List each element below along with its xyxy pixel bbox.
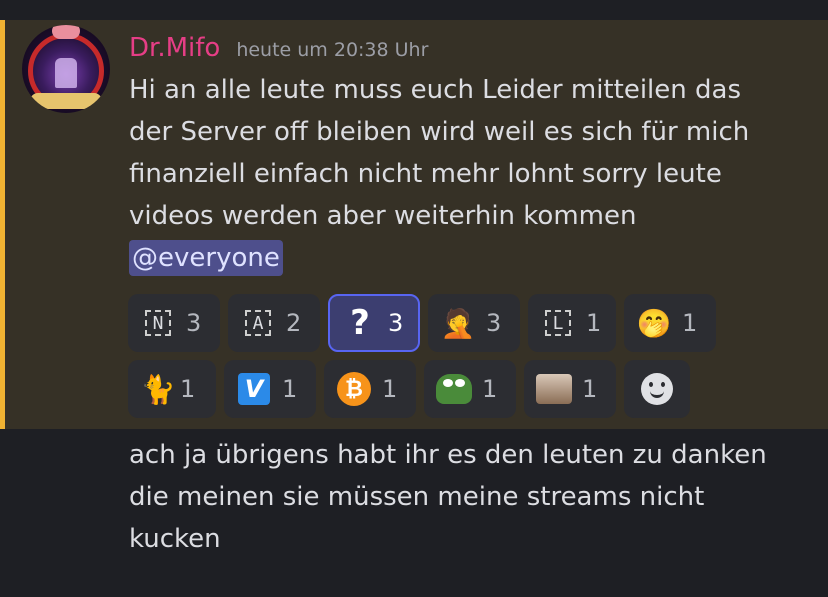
- reaction-count: 1: [282, 375, 298, 403]
- reaction-cat-photo[interactable]: 1: [524, 360, 616, 418]
- facepalm-icon: 🤦: [440, 306, 476, 340]
- timestamp[interactable]: heute um 20:38 Uhr: [236, 39, 428, 61]
- reaction-count: 1: [382, 375, 398, 403]
- reaction-count: 3: [388, 309, 404, 337]
- message-line: kucken: [129, 524, 221, 554]
- message-line: die meinen sie müssen meine streams nich…: [129, 482, 705, 512]
- reaction-face-with-hand-over-mouth[interactable]: 🤭 1: [624, 294, 716, 352]
- reaction-facepalm[interactable]: 🤦 3: [428, 294, 520, 352]
- reaction-count: 1: [586, 309, 602, 337]
- regional-indicator-n-icon: N: [140, 305, 176, 341]
- reaction-count: 2: [286, 309, 302, 337]
- everyone-mention[interactable]: @everyone: [129, 240, 283, 276]
- message-line: ach ja übrigens habt ihr es den leuten z…: [129, 440, 767, 470]
- add-reaction-smiley-icon: [641, 373, 673, 405]
- username[interactable]: Dr.Mifo: [129, 33, 220, 63]
- reaction-regional-indicator-l[interactable]: L 1: [528, 294, 616, 352]
- mention-message[interactable]: Dr.Mifo heute um 20:38 Uhr Hi an alle le…: [0, 20, 828, 429]
- regional-indicator-a-icon: A: [240, 305, 276, 341]
- cat-photo-icon: [536, 371, 572, 407]
- reaction-count: 3: [486, 309, 502, 337]
- reaction-count: 1: [582, 375, 598, 403]
- reaction-regional-indicator-n[interactable]: N 3: [128, 294, 220, 352]
- mention-highlight-bar: [0, 20, 5, 429]
- bitcoin-icon: ₿: [336, 371, 372, 407]
- reaction-count: 1: [482, 375, 498, 403]
- reaction-pepe[interactable]: 1: [424, 360, 516, 418]
- message-content: Hi an alle leute muss euch Leider mittei…: [129, 69, 809, 279]
- reaction-bitcoin[interactable]: ₿ 1: [324, 360, 416, 418]
- message-line: Hi an alle leute muss euch Leider mittei…: [129, 75, 741, 105]
- avatar-decoration-top: [52, 25, 80, 39]
- venmo-icon: V: [236, 371, 272, 407]
- face-with-hand-over-mouth-icon: 🤭: [636, 306, 672, 340]
- question-mark-icon: ?: [350, 303, 370, 343]
- add-reaction-button[interactable]: [624, 360, 690, 418]
- message-line: der Server off bleiben wird weil es sich…: [129, 117, 750, 147]
- reaction-question-mark[interactable]: ? 3: [328, 294, 420, 352]
- followup-message[interactable]: ach ja übrigens habt ihr es den leuten z…: [129, 434, 809, 560]
- top-bar: [0, 0, 828, 20]
- pepe-frog-icon: [436, 371, 472, 407]
- reaction-count: 1: [682, 309, 698, 337]
- message-line: finanziell einfach nicht mehr lohnt sorr…: [129, 159, 722, 189]
- reaction-cat[interactable]: 🐈 1: [128, 360, 216, 418]
- avatar-decoration-bottom: [30, 93, 102, 109]
- avatar[interactable]: [22, 25, 110, 113]
- cat-icon: 🐈: [140, 372, 176, 406]
- reaction-count: 3: [186, 309, 202, 337]
- reaction-venmo[interactable]: V 1: [224, 360, 316, 418]
- reaction-regional-indicator-a[interactable]: A 2: [228, 294, 320, 352]
- regional-indicator-l-icon: L: [540, 305, 576, 341]
- reaction-count: 1: [180, 375, 196, 403]
- message-line: videos werden aber weiterhin kommen: [129, 201, 637, 231]
- message-header: Dr.Mifo heute um 20:38 Uhr: [129, 33, 428, 65]
